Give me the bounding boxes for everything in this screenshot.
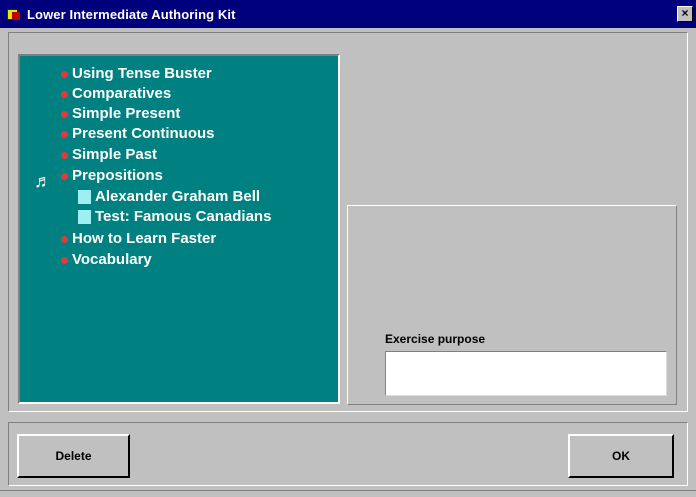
ok-button[interactable]: OK <box>568 434 674 478</box>
close-button[interactable]: × <box>677 6 693 22</box>
tree-item-label: Using Tense Buster <box>72 65 212 82</box>
tree-item-vocabulary[interactable]: Vocabulary <box>61 250 152 270</box>
tree-item-label: Test: Famous Canadians <box>95 208 272 225</box>
exercise-purpose-field[interactable] <box>385 351 667 396</box>
bullet-icon <box>61 256 68 264</box>
bullet-icon <box>61 151 68 159</box>
delete-button[interactable]: Delete <box>17 434 130 478</box>
tree-item-prepositions[interactable]: Prepositions <box>61 166 163 186</box>
tree-item-label: Present Continuous <box>72 125 215 142</box>
tree-item-label: Alexander Graham Bell <box>95 188 261 205</box>
bottom-divider <box>0 490 696 491</box>
tree-item-test-famous-canadians[interactable]: Test: Famous Canadians <box>78 207 271 227</box>
tree-item-label: Simple Past <box>72 146 158 163</box>
bullet-icon <box>61 70 68 78</box>
app-icon <box>7 7 21 21</box>
tree-item-simple-present[interactable]: Simple Present <box>61 104 180 124</box>
bullet-icon <box>61 90 68 98</box>
window-title: Lower Intermediate Authoring Kit <box>27 6 236 22</box>
tree-item-present-continuous[interactable]: Present Continuous <box>61 124 215 144</box>
bullet-icon <box>61 130 68 138</box>
tree-item-label: Vocabulary <box>72 251 152 268</box>
exercise-icon <box>78 210 91 224</box>
tree-item-using-tense-buster[interactable]: Using Tense Buster <box>61 64 212 84</box>
tree-item-label: Simple Present <box>72 105 181 122</box>
tree-item-comparatives[interactable]: Comparatives <box>61 84 171 104</box>
tree-item-label: Comparatives <box>72 85 172 102</box>
bullet-icon <box>61 172 68 180</box>
exercise-purpose-label: Exercise purpose <box>385 332 486 346</box>
tree-item-alexander-graham-bell[interactable]: Alexander Graham Bell <box>78 187 260 207</box>
tree-item-label: Prepositions <box>72 167 163 184</box>
tree-item-label: How to Learn Faster <box>72 230 217 247</box>
bullet-icon <box>61 110 68 118</box>
exercise-icon <box>78 190 91 204</box>
bullet-icon <box>61 235 68 243</box>
tree-item-how-to-learn-faster[interactable]: How to Learn Faster <box>61 229 216 249</box>
music-note-icon: ♬ <box>34 171 52 191</box>
title-bar: Lower Intermediate Authoring Kit × <box>0 0 696 28</box>
tree-item-simple-past[interactable]: Simple Past <box>61 145 157 165</box>
